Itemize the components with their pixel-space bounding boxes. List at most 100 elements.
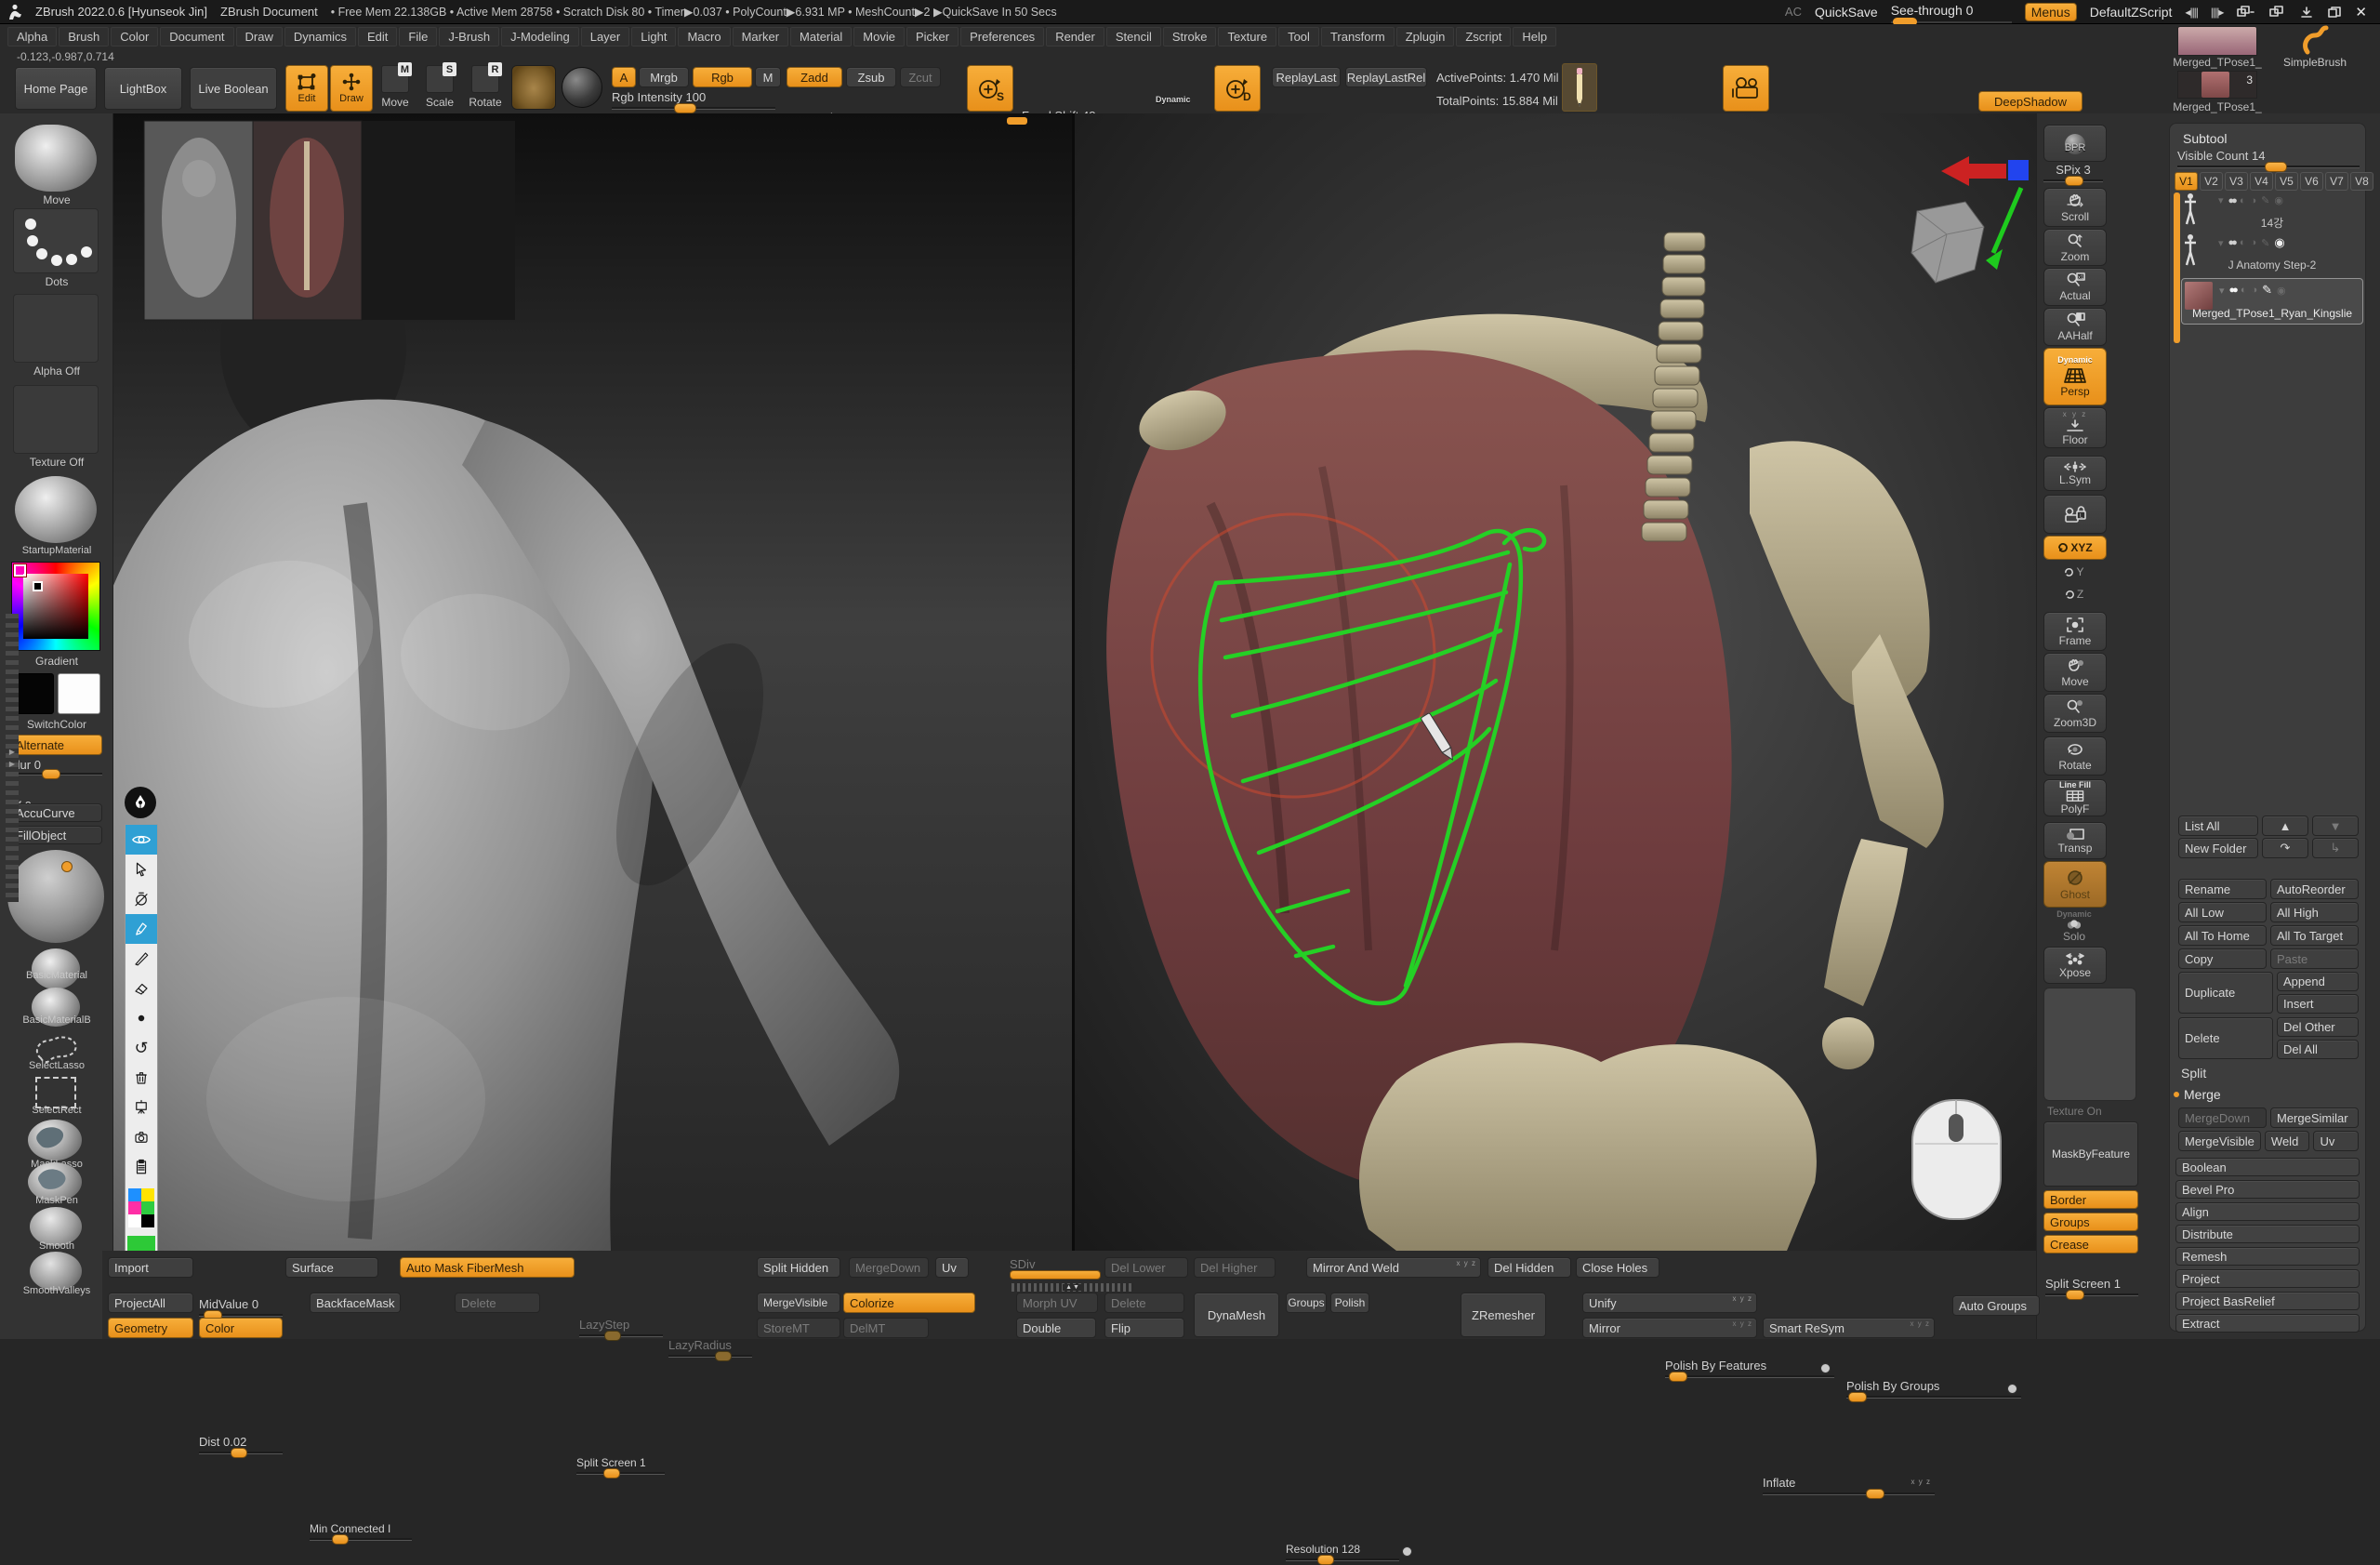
smart-resym-button[interactable]: Smart ReSymx y z [1763, 1318, 1935, 1338]
zremesher-button[interactable]: ZRemesher [1461, 1293, 1546, 1337]
scale-mode-button[interactable]: S Scale [420, 65, 459, 113]
xyz-mini-label[interactable]: x y z [1733, 1294, 1752, 1303]
move-up-button[interactable]: ▲ [2262, 816, 2308, 836]
subtool-scroll-bar[interactable] [2174, 192, 2180, 343]
secondary-color-swatch[interactable] [58, 673, 100, 714]
boolean-button[interactable]: Boolean [2175, 1158, 2360, 1176]
double-button[interactable]: Double [1016, 1318, 1096, 1338]
split-screen-slider-right[interactable]: Split Screen 1 [2045, 1278, 2138, 1298]
draw-size-dynamic-toggle[interactable]: Dynamic [1156, 95, 1191, 104]
home-page-button[interactable]: Home Page [15, 67, 97, 110]
tool-thumbnail[interactable] [2177, 26, 2257, 56]
xpose-button[interactable]: Xpose [2043, 947, 2107, 984]
rename-button[interactable]: Rename [2178, 879, 2267, 899]
del-mt-button[interactable]: DelMT [843, 1318, 929, 1338]
halfshade-icon[interactable]: ◑ [2250, 195, 2256, 206]
document-canvas[interactable] [113, 113, 2036, 1251]
unify-button[interactable]: Unifyx y z [1582, 1293, 1757, 1313]
lightbox-button[interactable]: LightBox [104, 67, 182, 110]
lazyradius-slider[interactable]: LazyRadius [668, 1339, 752, 1359]
polish-by-features-slider[interactable]: Polish By Features [1665, 1359, 1834, 1380]
pen-nib-badge[interactable] [125, 787, 156, 818]
merge-visible-button[interactable]: MergeVisible [2178, 1131, 2261, 1151]
clipboard-tool[interactable] [126, 1152, 157, 1182]
deep-shadow-button[interactable]: DeepShadow [1978, 91, 2082, 112]
menu-help[interactable]: Help [1513, 27, 1556, 46]
move-mode-button[interactable]: M Move [376, 65, 415, 113]
shade-icon[interactable]: ◐ [2240, 237, 2246, 248]
backface-mask-button[interactable]: BackfaceMask [310, 1293, 401, 1313]
snapshot-camera-tool[interactable] [126, 1122, 157, 1152]
shade-icon[interactable]: ◐ [2241, 285, 2247, 296]
subtool-item-selected[interactable]: ▾ ●● ◐ ◑ ✎ ◉ Merged_TPose1_Ryan_Kingslie [2181, 278, 2363, 325]
current-material-sphere[interactable] [562, 67, 602, 108]
aahalf-button[interactable]: AAHalf [2043, 308, 2107, 346]
simple-brush-icon[interactable] [2298, 24, 2332, 56]
move-3d-button[interactable]: Move [2043, 653, 2107, 692]
del-hidden-button[interactable]: Del Hidden [1488, 1257, 1571, 1278]
menu-stencil[interactable]: Stencil [1106, 27, 1161, 46]
paste-subtool-button[interactable]: Paste [2270, 948, 2359, 969]
mask-lasso-thumbnail[interactable] [28, 1120, 82, 1160]
polypaint-brush-icon[interactable]: ✎ [2261, 237, 2269, 249]
polish-features-mode-dot[interactable] [1820, 1363, 1831, 1373]
auto-reorder-button[interactable]: AutoReorder [2270, 879, 2359, 899]
groups-crease-button[interactable]: Groups [2043, 1213, 2138, 1231]
frame-button[interactable]: Frame [2043, 612, 2107, 651]
color-section-button[interactable]: Color [199, 1318, 283, 1338]
material-slot[interactable] [15, 476, 97, 543]
menu-edit[interactable]: Edit [358, 27, 397, 46]
menu-document[interactable]: Document [160, 27, 233, 46]
duplicate-button[interactable]: Duplicate [2178, 972, 2273, 1014]
lazystep-slider[interactable]: LazyStep [579, 1319, 663, 1339]
visibility-eye-icon[interactable]: ◉ [2274, 235, 2284, 250]
tab-v3[interactable]: V3 [2225, 172, 2248, 191]
move-down-button[interactable]: ▼ [2312, 816, 2359, 836]
pencil-tool[interactable] [126, 944, 157, 974]
rgb-button[interactable]: Rgb [693, 67, 752, 87]
subtool-item-folder2[interactable]: ▾ ●● ◐ ◑ ✎ ◉ J Anatomy Step-2 [2183, 233, 2361, 274]
new-folder-button[interactable]: New Folder [2178, 838, 2258, 858]
tab-v1[interactable]: V1 [2175, 172, 2198, 191]
subtool-item-folder1[interactable]: ▾ ●● ◐ ◑ ✎ ◉ 14강 [2183, 192, 2361, 230]
distribute-button[interactable]: Distribute [2175, 1225, 2360, 1243]
resolution-slider[interactable]: Resolution 128 [1286, 1543, 1399, 1563]
min-connected-slider[interactable]: Min Connected I [310, 1522, 412, 1543]
zadd-button[interactable]: Zadd [787, 67, 842, 87]
rotate-z-button[interactable]: Z [2043, 584, 2105, 604]
store-mt-button[interactable]: StoreMT [757, 1318, 840, 1338]
shade-icon[interactable]: ◐ [2240, 195, 2246, 206]
menu-light[interactable]: Light [631, 27, 676, 46]
see-through-slider[interactable]: See-through 0 [1891, 3, 2012, 21]
floor-button[interactable]: x y z Floor [2043, 407, 2107, 448]
edit-mode-button[interactable]: Edit [285, 65, 328, 112]
move-into-button[interactable]: ↳ [2312, 838, 2359, 858]
rotate-3d-button[interactable]: Rotate [2043, 736, 2107, 776]
polypaint-brush-icon[interactable]: ✎ [2262, 283, 2272, 298]
menu-zscript[interactable]: Zscript [1456, 27, 1511, 46]
import-button[interactable]: Import [108, 1257, 193, 1278]
align-button[interactable]: Align [2175, 1202, 2360, 1221]
remesh-button[interactable]: Remesh [2175, 1247, 2360, 1266]
menu-file[interactable]: File [399, 27, 437, 46]
default-zscript-button[interactable]: DefaultZScript [2090, 5, 2173, 20]
accucurve-button[interactable]: AccuCurve [9, 803, 102, 822]
color-picker[interactable] [11, 562, 100, 651]
all-low-button[interactable]: All Low [2178, 902, 2267, 922]
merge-visible-bottom-button[interactable]: MergeVisible [757, 1293, 840, 1313]
visible-count-slider[interactable]: Visible Count 14 [2177, 150, 2360, 170]
persp-button[interactable]: Dynamic Persp [2043, 348, 2107, 405]
basic-material-thumbnail[interactable] [32, 948, 80, 989]
current-alpha-thumbnail[interactable] [511, 65, 556, 110]
visibility-eye-icon[interactable]: ◉ [2274, 194, 2283, 206]
split-screen-slider-bottom[interactable]: Split Screen 1 [576, 1456, 665, 1477]
menu-zplugin[interactable]: Zplugin [1396, 27, 1455, 46]
ghost-button[interactable]: Ghost [2043, 861, 2107, 908]
project-button[interactable]: Project [2175, 1269, 2360, 1288]
menu-brush[interactable]: Brush [59, 27, 109, 46]
uv-bottom-button[interactable]: Uv [935, 1257, 969, 1278]
bevel-pro-button[interactable]: Bevel Pro [2175, 1180, 2360, 1199]
draw-picker-button[interactable]: D [1214, 65, 1261, 112]
panel-divider[interactable]: ▶ ▶ [6, 614, 19, 902]
preview-sphere[interactable] [7, 850, 104, 943]
